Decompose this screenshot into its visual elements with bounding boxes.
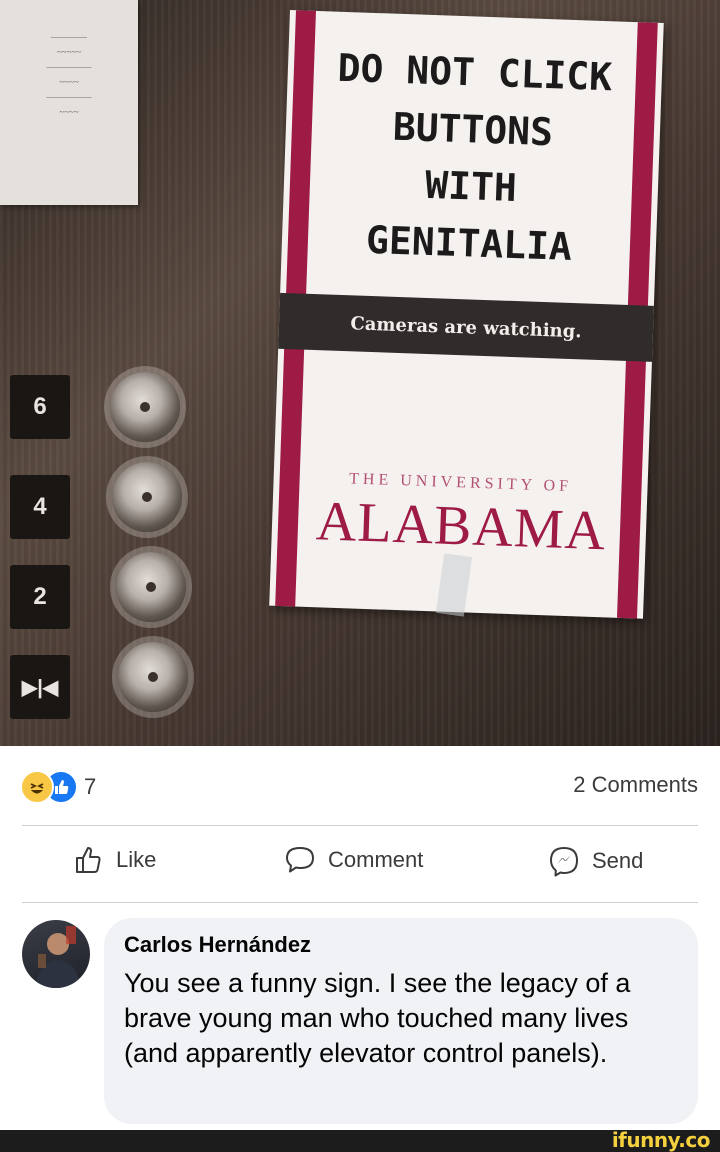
post-photo[interactable]: ———— ~~~~~ ————— ~~~~ ————— ~~~~ 6 4 2 ▶|◀ DO… [0,0,720,746]
messenger-icon [550,847,578,877]
comments-count-link[interactable]: 2 Comments [573,772,698,798]
comment-bubble[interactable]: Carlos Hernández You see a funny sign. I… [104,918,698,1124]
elevator-button-6 [110,372,180,442]
like-button[interactable]: Like [74,845,156,875]
ifunny-watermark: ifunny.co [611,1128,711,1152]
floor-label-4: 4 [10,475,70,539]
comment-text: You see a funny sign. I see the legacy o… [124,968,631,1068]
comment-author[interactable]: Carlos Hernández [124,932,678,958]
elevator-button-4 [112,462,182,532]
sign-headline-line: GENITALIA [365,217,573,269]
sign-headline: DO NOT CLICK BUTTONS WITH GENITALIA [311,39,633,278]
elevator-button-2 [116,552,186,622]
elevator-button-door [118,642,188,712]
like-label: Like [116,847,157,872]
send-label: Send [592,848,644,873]
avatar[interactable] [22,920,90,988]
reaction-count: 7 [84,774,97,799]
door-open-label: ▶|◀ [10,655,70,719]
university-name: ALABAMA [315,490,608,563]
comment-button[interactable]: Comment [284,845,423,875]
divider-bottom [22,902,698,903]
warning-sign: DO NOT CLICK BUTTONS WITH GENITALIA Came… [269,10,664,619]
inspection-notice: ———— ~~~~~ ————— ~~~~ ————— ~~~~ [0,0,138,205]
watermark-bar: ifunny.co [0,1128,720,1152]
sign-headline-line: DO NOT CLICK [336,45,613,100]
divider-top [22,825,698,826]
floor-label-2: 2 [10,565,70,629]
like-icon [76,847,101,873]
reaction-summary[interactable]: 7 [20,770,96,804]
comment-label: Comment [328,847,424,872]
floor-label-6: 6 [10,375,70,439]
haha-emoji-icon [20,770,54,804]
cameras-banner: Cameras are watching. [278,292,654,362]
send-button[interactable]: Send [548,845,643,877]
comment-bubble-icon [286,847,314,873]
